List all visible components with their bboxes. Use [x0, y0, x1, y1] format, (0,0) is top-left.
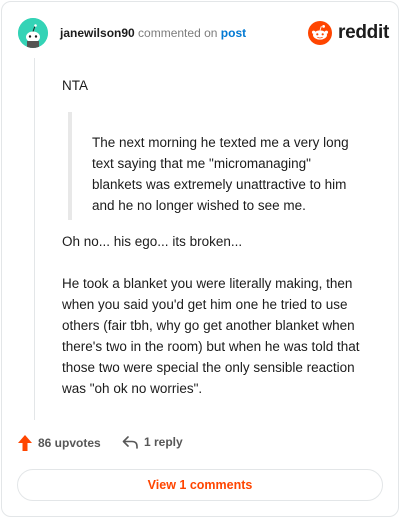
comment-first-line: NTA	[62, 78, 88, 93]
comment-paragraph-1: Oh no... his ego... its broken...	[62, 234, 243, 249]
upvote-button[interactable]: 86 upvotes	[18, 435, 101, 451]
username-link[interactable]: janewilson90	[60, 26, 135, 40]
reddit-logo[interactable]: reddit	[308, 21, 389, 45]
comment-meta: janewilson90 commented on post	[60, 26, 246, 40]
reddit-snoo-icon	[308, 21, 332, 45]
view-comments-button[interactable]: View 1 comments	[17, 469, 383, 501]
reply-button[interactable]: 1 reply	[122, 435, 183, 449]
comment-paragraph-2: He took a blanket you were literally mak…	[62, 276, 360, 396]
upvote-count: 86 upvotes	[38, 436, 101, 450]
blockquote: The next morning he texted me a very lon…	[68, 112, 372, 220]
post-link[interactable]: post	[221, 26, 246, 40]
thread-line[interactable]	[34, 58, 35, 420]
reply-count: 1 reply	[144, 435, 183, 449]
brand-name: reddit	[338, 22, 389, 43]
reply-arrow-icon	[122, 436, 138, 449]
user-avatar[interactable]	[18, 18, 48, 48]
quote-text: The next morning he texted me a very lon…	[92, 135, 349, 213]
comment-header: janewilson90 commented on post reddit	[18, 18, 389, 48]
snoo-avatar-icon	[18, 18, 48, 48]
upvote-arrow-icon	[18, 435, 32, 451]
action-text: commented on	[138, 26, 218, 40]
comment-actions: 86 upvotes 1 reply	[18, 434, 378, 456]
